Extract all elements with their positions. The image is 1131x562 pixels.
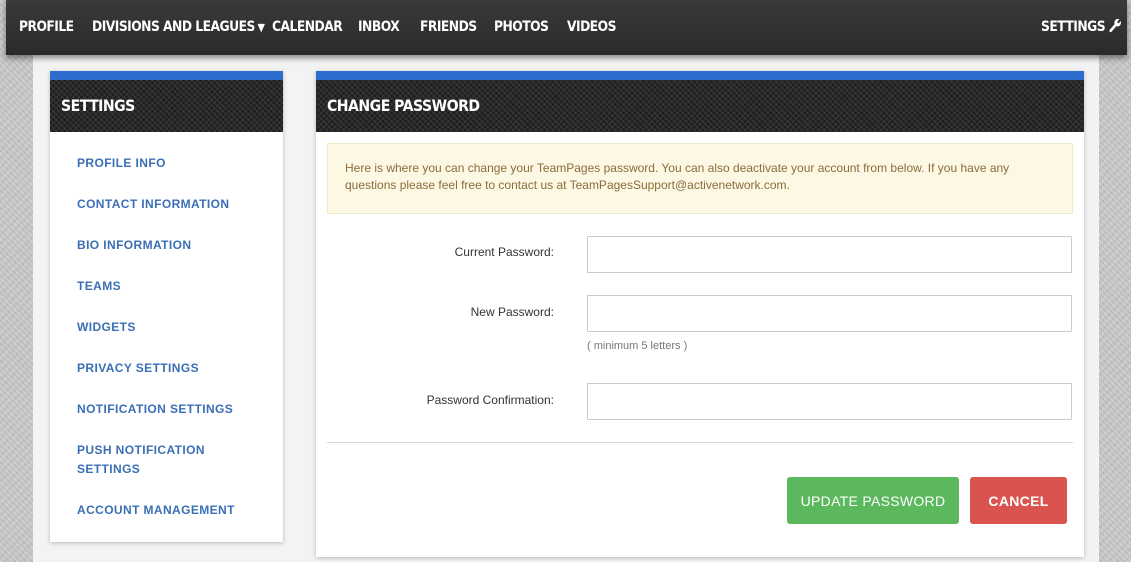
- nav-settings-label: SETTINGS: [1041, 19, 1106, 35]
- new-password-input[interactable]: [587, 295, 1072, 332]
- sidebar-item-teams[interactable]: TEAMS: [77, 277, 247, 296]
- nav-calendar[interactable]: CALENDAR: [272, 0, 343, 55]
- nav-photos[interactable]: PHOTOS: [494, 0, 549, 55]
- chevron-down-icon: ▼: [257, 21, 265, 34]
- sidebar-item-widgets[interactable]: WIDGETS: [77, 318, 247, 337]
- sidebar-header: SETTINGS: [50, 71, 283, 132]
- sidebar-item-push-notification-settings[interactable]: PUSH NOTIFICATION SETTINGS: [77, 441, 217, 479]
- cancel-button[interactable]: CANCEL: [970, 477, 1067, 524]
- nav-divisions-label: DIVISIONS AND LEAGUES: [92, 19, 255, 35]
- nav-friends-label: FRIENDS: [420, 19, 477, 35]
- new-password-label: New Password:: [470, 305, 554, 319]
- sidebar-item-account-management[interactable]: ACCOUNT MANAGEMENT: [77, 501, 247, 520]
- password-confirmation-input[interactable]: [587, 383, 1072, 420]
- nav-divisions-and-leagues[interactable]: DIVISIONS AND LEAGUES ▼: [92, 0, 265, 55]
- nav-videos[interactable]: VIDEOS: [567, 0, 616, 55]
- sidebar-item-contact-information[interactable]: CONTACT INFORMATION: [77, 195, 247, 214]
- settings-sidebar: SETTINGS PROFILE INFO CONTACT INFORMATIO…: [50, 71, 283, 542]
- update-password-button[interactable]: UPDATE PASSWORD: [787, 477, 959, 524]
- password-length-hint: ( minimum 5 letters ): [587, 340, 688, 352]
- nav-videos-label: VIDEOS: [567, 19, 616, 35]
- nav-profile-label: PROFILE: [19, 19, 74, 35]
- page-title: CHANGE PASSWORD: [327, 96, 480, 115]
- nav-inbox[interactable]: INBOX: [358, 0, 400, 55]
- nav-profile[interactable]: PROFILE: [19, 0, 74, 55]
- sidebar-item-profile-info[interactable]: PROFILE INFO: [77, 154, 247, 173]
- info-alert: Here is where you can change your TeamPa…: [327, 143, 1073, 214]
- nav-photos-label: PHOTOS: [494, 19, 549, 35]
- form-divider: [327, 442, 1073, 443]
- nav-settings[interactable]: SETTINGS: [1041, 0, 1122, 55]
- nav-calendar-label: CALENDAR: [272, 19, 343, 35]
- current-password-input[interactable]: [587, 236, 1072, 273]
- sidebar-item-bio-information[interactable]: BIO INFORMATION: [77, 236, 247, 255]
- sidebar-item-privacy-settings[interactable]: PRIVACY SETTINGS: [77, 359, 247, 378]
- sidebar-item-notification-settings[interactable]: NOTIFICATION SETTINGS: [77, 400, 247, 419]
- sidebar-title: SETTINGS: [61, 96, 135, 115]
- top-navigation: PROFILE DIVISIONS AND LEAGUES ▼ CALENDAR …: [6, 0, 1127, 55]
- change-password-header: CHANGE PASSWORD: [316, 71, 1084, 132]
- change-password-panel: CHANGE PASSWORD Here is where you can ch…: [316, 71, 1084, 557]
- nav-friends[interactable]: FRIENDS: [420, 0, 477, 55]
- nav-inbox-label: INBOX: [358, 19, 400, 35]
- wrench-icon: [1109, 18, 1121, 32]
- password-confirmation-label: Password Confirmation:: [426, 393, 554, 407]
- current-password-label: Current Password:: [454, 245, 554, 259]
